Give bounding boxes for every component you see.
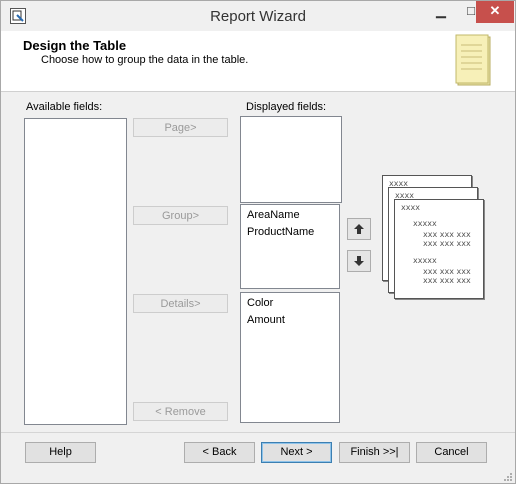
- footer-divider: [1, 432, 515, 433]
- list-item[interactable]: Amount: [241, 312, 339, 329]
- title-bar[interactable]: Report Wizard ▁ □ ✕: [1, 1, 515, 31]
- page-button[interactable]: Page>: [133, 118, 228, 137]
- back-button[interactable]: < Back: [184, 442, 255, 463]
- available-fields-label: Available fields:: [26, 101, 103, 113]
- cancel-button[interactable]: Cancel: [416, 442, 487, 463]
- arrow-up-icon: [354, 224, 364, 234]
- move-up-button[interactable]: [347, 218, 371, 240]
- detail-fields-list[interactable]: Color Amount: [240, 292, 340, 423]
- list-item[interactable]: AreaName: [241, 207, 339, 224]
- move-down-button[interactable]: [347, 250, 371, 272]
- layout-preview: xxxx xxxx xxxx xxxxx xxx xxx xxx xxx xxx…: [381, 171, 491, 301]
- page-subtitle: Choose how to group the data in the tabl…: [41, 54, 249, 66]
- finish-button[interactable]: Finish >>|: [339, 442, 410, 463]
- next-button[interactable]: Next >: [261, 442, 332, 463]
- remove-button[interactable]: < Remove: [133, 402, 228, 421]
- minimize-button[interactable]: ▁: [426, 1, 456, 23]
- resize-grip-icon[interactable]: [503, 471, 513, 485]
- help-button[interactable]: Help: [25, 442, 96, 463]
- group-fields-list[interactable]: AreaName ProductName: [240, 204, 340, 289]
- wizard-header: Design the Table Choose how to group the…: [1, 31, 515, 92]
- preview-card: xxxx xxxxx xxx xxx xxx xxx xxx xxx xxxxx…: [394, 199, 484, 299]
- page-fields-list[interactable]: [240, 116, 342, 203]
- close-button[interactable]: ✕: [476, 1, 514, 23]
- details-button[interactable]: Details>: [133, 294, 228, 313]
- list-item[interactable]: ProductName: [241, 224, 339, 241]
- page-title: Design the Table: [23, 38, 127, 53]
- list-item[interactable]: Color: [241, 295, 339, 312]
- wizard-notepad-icon: [454, 33, 494, 90]
- report-wizard-window: Report Wizard ▁ □ ✕ Design the Table Cho…: [0, 0, 516, 484]
- group-button[interactable]: Group>: [133, 206, 228, 225]
- displayed-fields-label: Displayed fields:: [246, 101, 327, 113]
- arrow-down-icon: [354, 256, 364, 266]
- available-fields-list[interactable]: [24, 118, 127, 425]
